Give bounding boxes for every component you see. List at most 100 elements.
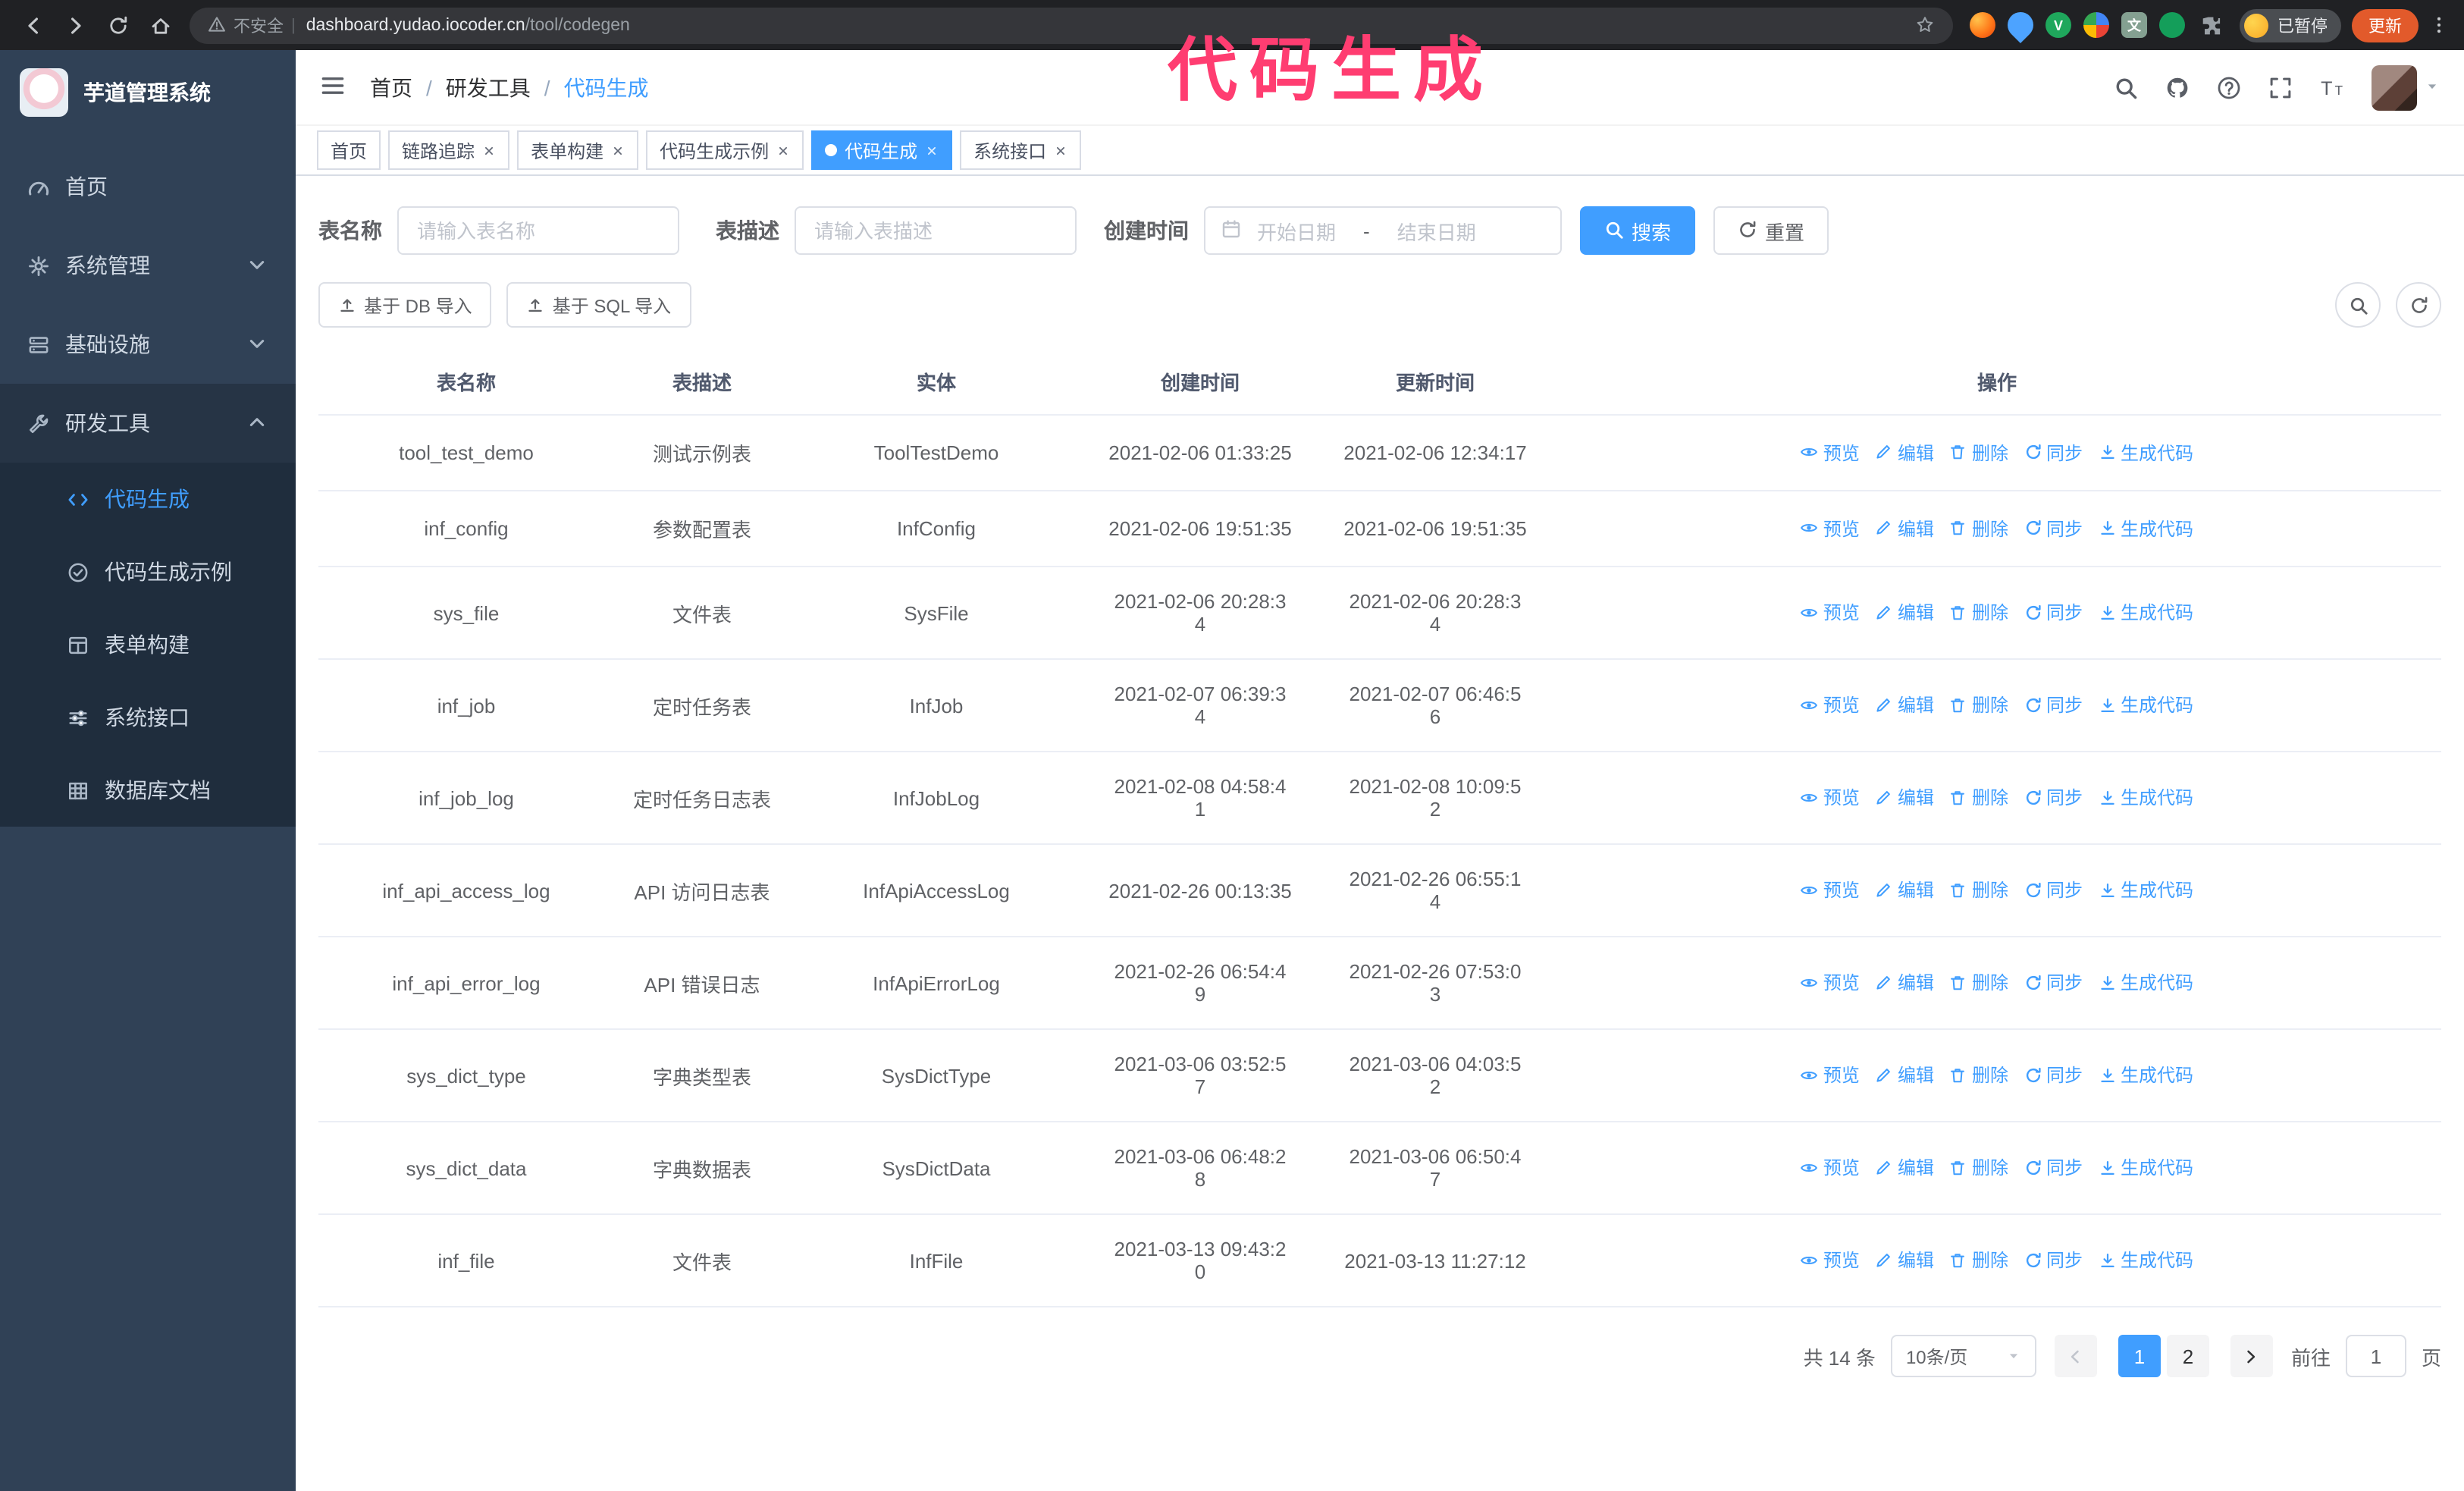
reload-button[interactable] bbox=[100, 7, 136, 43]
logo[interactable]: 芋道管理系统 bbox=[0, 50, 296, 135]
preview-link[interactable]: 预览 bbox=[1801, 516, 1860, 541]
search-button[interactable]: 搜索 bbox=[1580, 206, 1696, 255]
sync-link[interactable]: 同步 bbox=[2024, 692, 2083, 718]
sidebar-item-codegen-example[interactable]: 代码生成示例 bbox=[0, 535, 296, 608]
preview-link[interactable]: 预览 bbox=[1801, 440, 1860, 466]
preview-link[interactable]: 预览 bbox=[1801, 692, 1860, 718]
preview-link[interactable]: 预览 bbox=[1801, 877, 1860, 903]
sidebar-item-db-doc[interactable]: 数据库文档 bbox=[0, 754, 296, 827]
page-button-1[interactable]: 1 bbox=[2118, 1335, 2161, 1377]
sidebar-item-infra[interactable]: 基础设施 bbox=[0, 305, 296, 384]
preview-link[interactable]: 预览 bbox=[1801, 1248, 1860, 1273]
generate-link[interactable]: 生成代码 bbox=[2098, 1248, 2193, 1273]
preview-link[interactable]: 预览 bbox=[1801, 1063, 1860, 1088]
edit-link[interactable]: 编辑 bbox=[1875, 440, 1934, 466]
delete-link[interactable]: 删除 bbox=[1949, 970, 2008, 996]
delete-link[interactable]: 删除 bbox=[1949, 440, 2008, 466]
next-page-button[interactable] bbox=[2230, 1335, 2273, 1377]
fullscreen-icon[interactable] bbox=[2268, 75, 2293, 99]
tab-form-builder[interactable]: 表单构建 bbox=[517, 130, 639, 170]
github-icon[interactable] bbox=[2165, 75, 2190, 99]
tab-home[interactable]: 首页 bbox=[317, 130, 381, 170]
translate-extension-icon[interactable]: 文 bbox=[2121, 12, 2147, 38]
sync-link[interactable]: 同步 bbox=[2024, 785, 2083, 811]
breadcrumb-item[interactable]: 研发工具 bbox=[446, 72, 531, 102]
generate-link[interactable]: 生成代码 bbox=[2098, 1063, 2193, 1088]
edit-link[interactable]: 编辑 bbox=[1875, 1063, 1934, 1088]
import-db-button[interactable]: 基于 DB 导入 bbox=[318, 282, 492, 328]
home-button[interactable] bbox=[143, 7, 179, 43]
sync-link[interactable]: 同步 bbox=[2024, 440, 2083, 466]
toggle-search-button[interactable] bbox=[2335, 282, 2381, 328]
arrow-left-button[interactable] bbox=[15, 7, 52, 43]
delete-link[interactable]: 删除 bbox=[1949, 1155, 2008, 1181]
sync-link[interactable]: 同步 bbox=[2024, 600, 2083, 626]
sync-link[interactable]: 同步 bbox=[2024, 970, 2083, 996]
sync-link[interactable]: 同步 bbox=[2024, 1063, 2083, 1088]
delete-link[interactable]: 删除 bbox=[1949, 785, 2008, 811]
tab-codegen-example[interactable]: 代码生成示例 bbox=[646, 130, 804, 170]
generate-link[interactable]: 生成代码 bbox=[2098, 600, 2193, 626]
page-button-2[interactable]: 2 bbox=[2166, 1335, 2209, 1377]
bookmark-star-icon[interactable] bbox=[1915, 14, 1935, 36]
preview-link[interactable]: 预览 bbox=[1801, 600, 1860, 626]
generate-link[interactable]: 生成代码 bbox=[2098, 692, 2193, 718]
table-name-input[interactable] bbox=[397, 206, 679, 255]
breadcrumb-item[interactable]: 首页 bbox=[370, 72, 412, 102]
generate-link[interactable]: 生成代码 bbox=[2098, 877, 2193, 903]
help-icon[interactable] bbox=[2217, 75, 2241, 99]
reset-button[interactable]: 重置 bbox=[1713, 206, 1829, 255]
sync-link[interactable]: 同步 bbox=[2024, 1248, 2083, 1273]
tab-close-icon[interactable] bbox=[611, 143, 625, 157]
generate-link[interactable]: 生成代码 bbox=[2098, 516, 2193, 541]
edit-link[interactable]: 编辑 bbox=[1875, 600, 1934, 626]
goto-page-input[interactable] bbox=[2345, 1335, 2406, 1377]
edit-link[interactable]: 编辑 bbox=[1875, 1155, 1934, 1181]
edit-link[interactable]: 编辑 bbox=[1875, 1248, 1934, 1273]
edit-link[interactable]: 编辑 bbox=[1875, 970, 1934, 996]
generate-link[interactable]: 生成代码 bbox=[2098, 440, 2193, 466]
sidebar-item-system-api[interactable]: 系统接口 bbox=[0, 681, 296, 754]
generate-link[interactable]: 生成代码 bbox=[2098, 785, 2193, 811]
sidebar-item-system[interactable]: 系统管理 bbox=[0, 226, 296, 305]
check-extension-icon[interactable]: V bbox=[2045, 12, 2071, 38]
delete-link[interactable]: 删除 bbox=[1949, 516, 2008, 541]
import-sql-button[interactable]: 基于 SQL 导入 bbox=[506, 282, 691, 328]
leaf-extension-icon[interactable] bbox=[2159, 12, 2185, 38]
edit-link[interactable]: 编辑 bbox=[1875, 877, 1934, 903]
preview-link[interactable]: 预览 bbox=[1801, 970, 1860, 996]
generate-link[interactable]: 生成代码 bbox=[2098, 970, 2193, 996]
date-range-input[interactable]: 开始日期 - 结束日期 bbox=[1204, 206, 1562, 255]
edit-link[interactable]: 编辑 bbox=[1875, 692, 1934, 718]
tab-close-icon[interactable] bbox=[482, 143, 496, 157]
drop-extension-icon[interactable] bbox=[2002, 6, 2039, 44]
table-desc-input[interactable] bbox=[795, 206, 1077, 255]
prev-page-button[interactable] bbox=[2054, 1335, 2097, 1377]
arrow-right-button[interactable] bbox=[58, 7, 94, 43]
sidebar-item-home[interactable]: 首页 bbox=[0, 147, 296, 226]
edit-link[interactable]: 编辑 bbox=[1875, 516, 1934, 541]
font-size-icon[interactable]: TT bbox=[2320, 75, 2344, 99]
sync-link[interactable]: 同步 bbox=[2024, 877, 2083, 903]
security-chip[interactable]: 不安全 | bbox=[208, 13, 296, 37]
tab-close-icon[interactable] bbox=[925, 143, 939, 157]
tab-codegen[interactable]: 代码生成 bbox=[811, 130, 953, 170]
sync-link[interactable]: 同步 bbox=[2024, 516, 2083, 541]
sync-link[interactable]: 同步 bbox=[2024, 1155, 2083, 1181]
people-extension-icon[interactable] bbox=[2083, 12, 2109, 38]
preview-link[interactable]: 预览 bbox=[1801, 1155, 1860, 1181]
tab-close-icon[interactable] bbox=[1054, 143, 1067, 157]
browser-menu-icon[interactable] bbox=[2429, 14, 2449, 36]
generate-link[interactable]: 生成代码 bbox=[2098, 1155, 2193, 1181]
user-menu[interactable] bbox=[2372, 64, 2440, 110]
refresh-table-button[interactable] bbox=[2396, 282, 2441, 328]
preview-link[interactable]: 预览 bbox=[1801, 785, 1860, 811]
sidebar-item-devtools[interactable]: 研发工具 bbox=[0, 384, 296, 463]
tab-system-api[interactable]: 系统接口 bbox=[960, 130, 1082, 170]
tab-trace[interactable]: 链路追踪 bbox=[388, 130, 510, 170]
search-icon[interactable] bbox=[2114, 75, 2138, 99]
hamburger-icon[interactable] bbox=[320, 72, 346, 102]
update-button[interactable]: 更新 bbox=[2352, 8, 2419, 42]
puzzle-extension-icon[interactable] bbox=[2197, 12, 2223, 38]
url-bar[interactable]: 不安全 | dashboard.yudao.iocoder.cn/tool/co… bbox=[190, 7, 1953, 43]
